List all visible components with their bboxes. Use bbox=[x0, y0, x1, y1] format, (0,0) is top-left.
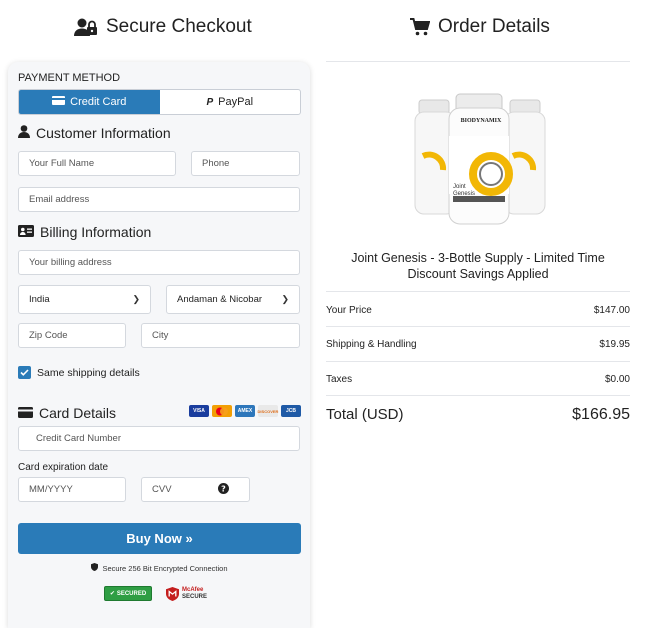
chevron-down-icon: ❯ bbox=[281, 294, 289, 304]
visa-icon: VISA bbox=[189, 405, 209, 417]
mcafee-secure-badge: McAfee SECURE bbox=[166, 586, 208, 601]
total-label: Total (USD) bbox=[326, 406, 404, 423]
tab-paypal-label: PayPal bbox=[218, 96, 254, 108]
payment-method-label: PAYMENT METHOD bbox=[18, 72, 121, 84]
shopping-cart-icon bbox=[410, 18, 430, 36]
cvv-input[interactable]: CVV ? bbox=[141, 477, 250, 502]
order-title: Order Details bbox=[438, 16, 550, 37]
secured-badge: ✔ SECURED bbox=[104, 586, 152, 601]
tab-paypal[interactable]: P PayPal bbox=[160, 90, 301, 114]
mcafee-text: McAfee bbox=[182, 586, 204, 593]
country-value: India bbox=[29, 294, 50, 305]
divider bbox=[326, 291, 630, 292]
line-value: $147.00 bbox=[593, 305, 630, 316]
line-label: Your Price bbox=[326, 305, 372, 316]
line-value: $19.95 bbox=[599, 339, 630, 350]
customer-info-label: Customer Information bbox=[36, 125, 171, 141]
accepted-cards: VISA AMEX DISCOVER JCB bbox=[189, 405, 301, 417]
country-select[interactable]: India ❯ bbox=[18, 285, 151, 314]
zip-code-input[interactable]: Zip Code bbox=[18, 323, 126, 348]
divider bbox=[326, 361, 630, 362]
product-brand-label: BIODYNAMIX bbox=[460, 118, 502, 124]
question-circle-icon[interactable]: ? bbox=[218, 482, 229, 497]
order-total: Total (USD) $166.95 bbox=[326, 406, 630, 424]
line-value: $0.00 bbox=[604, 374, 630, 385]
svg-text:?: ? bbox=[221, 484, 226, 493]
email-input[interactable]: Email address bbox=[18, 187, 300, 212]
amex-icon: AMEX bbox=[235, 405, 255, 417]
product-bottle-label: Joint Genesis bbox=[453, 184, 476, 197]
state-select[interactable]: Andaman & Nicobar ❯ bbox=[166, 285, 300, 314]
expiry-label: Card expiration date bbox=[18, 462, 109, 473]
state-value: Andaman & Nicobar bbox=[177, 294, 263, 305]
mastercard-icon bbox=[212, 405, 232, 417]
product-image: BIODYNAMIX Joint Genesis bbox=[413, 92, 548, 227]
header-divider bbox=[326, 61, 630, 62]
jcb-icon: JCB bbox=[281, 405, 301, 417]
billing-info-label: Billing Information bbox=[40, 224, 152, 240]
credit-card-icon bbox=[52, 96, 66, 108]
secured-badge-text: SECURED bbox=[116, 590, 147, 597]
user-lock-icon bbox=[74, 18, 98, 36]
secure-checkout-heading: Secure Checkout bbox=[74, 16, 252, 38]
phone-input[interactable]: Phone bbox=[191, 151, 300, 176]
line-item-taxes: Taxes $0.00 bbox=[326, 374, 630, 385]
trust-badges: ✔ SECURED McAfee SECURE bbox=[104, 586, 207, 601]
card-details-label: Card Details bbox=[39, 405, 117, 421]
secure-connection-text: Secure 256 Bit Encrypted Connection bbox=[102, 563, 228, 573]
order-details-heading: Order Details bbox=[410, 16, 550, 38]
total-value: $166.95 bbox=[572, 406, 630, 423]
divider bbox=[326, 395, 630, 396]
mcafee-shield-icon bbox=[166, 586, 179, 601]
divider bbox=[326, 326, 630, 327]
same-shipping-checkbox[interactable]: Same shipping details bbox=[18, 366, 140, 379]
paypal-icon: P bbox=[206, 96, 214, 108]
user-icon bbox=[18, 125, 30, 141]
full-name-input[interactable]: Your Full Name bbox=[18, 151, 176, 176]
payment-tabs: Credit Card P PayPal bbox=[18, 89, 301, 115]
page-title: Secure Checkout bbox=[106, 16, 252, 37]
card-number-input[interactable]: Credit Card Number bbox=[18, 426, 300, 451]
id-card-icon bbox=[18, 224, 34, 240]
tab-credit-card[interactable]: Credit Card bbox=[19, 90, 160, 114]
mcafee-secure-text: SECURE bbox=[182, 593, 208, 600]
line-label: Taxes bbox=[326, 374, 353, 385]
discover-icon: DISCOVER bbox=[258, 405, 278, 417]
same-shipping-label: Same shipping details bbox=[37, 366, 140, 379]
billing-address-input[interactable]: Your billing address bbox=[18, 250, 300, 275]
checkbox-checked-icon bbox=[18, 366, 31, 379]
city-input[interactable]: City bbox=[141, 323, 300, 348]
customer-info-heading: Customer Information bbox=[18, 125, 171, 141]
product-name: Joint Genesis - 3-Bottle Supply - Limite… bbox=[351, 251, 605, 281]
billing-info-heading: Billing Information bbox=[18, 224, 151, 240]
secure-connection-note: Secure 256 Bit Encrypted Connection bbox=[18, 563, 301, 573]
shield-icon bbox=[91, 563, 99, 573]
shield-check-icon: ✔ bbox=[109, 591, 115, 597]
buy-now-button[interactable]: Buy Now » bbox=[18, 523, 301, 554]
line-item-shipping: Shipping & Handling $19.95 bbox=[326, 339, 630, 350]
chevron-down-icon: ❯ bbox=[132, 294, 140, 304]
expiry-input[interactable]: MM/YYYY bbox=[18, 477, 126, 502]
line-label: Shipping & Handling bbox=[326, 339, 417, 350]
card-details-heading: Card Details bbox=[18, 405, 116, 421]
cvv-placeholder: CVV bbox=[152, 484, 172, 495]
credit-card-icon bbox=[18, 405, 33, 421]
tab-credit-card-label: Credit Card bbox=[70, 96, 127, 108]
line-item-price: Your Price $147.00 bbox=[326, 305, 630, 316]
